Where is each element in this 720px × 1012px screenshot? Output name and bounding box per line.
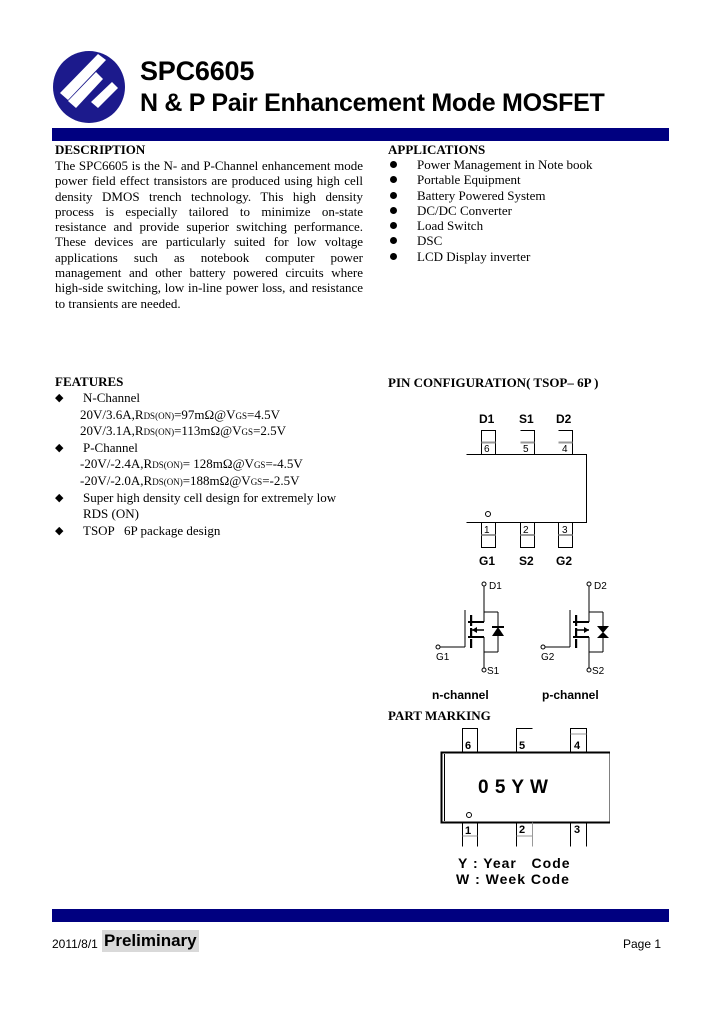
part-marking-diagram: 6 5 4 1 2 3 0 5 Y W xyxy=(440,728,610,847)
pin-number: 1 xyxy=(465,825,471,837)
bullet-icon xyxy=(390,161,397,168)
pin-number: 2 xyxy=(519,824,525,836)
feature-p-channel: ◆ P-Channel xyxy=(55,439,138,455)
pin-number: 1 xyxy=(484,525,490,536)
company-logo-icon xyxy=(53,51,125,123)
pin-label: S2 xyxy=(519,554,534,568)
pin-number: 6 xyxy=(465,740,471,752)
applications-heading: APPLICATIONS xyxy=(388,142,486,157)
part-marking-heading: PART MARKING xyxy=(388,708,491,723)
bullet-icon xyxy=(390,252,397,260)
diamond-bullet-icon: ◆ xyxy=(55,392,64,404)
pin-label: G2 xyxy=(556,554,572,568)
list-item: LCD Display inverter xyxy=(388,249,592,264)
footer-date: 2011/8/1 xyxy=(52,937,98,951)
gate-label: G1 xyxy=(436,652,450,663)
footer-divider-bar xyxy=(52,909,669,922)
package-body xyxy=(466,454,587,523)
part-number-title: SPC6605 xyxy=(140,56,255,86)
list-item: DC/DC Converter xyxy=(388,203,592,218)
n-channel-caption: n-channel xyxy=(432,688,489,702)
diamond-bullet-icon: ◆ xyxy=(55,441,64,454)
marking-legend-year: Y : Year Code xyxy=(458,855,571,871)
list-item: Load Switch xyxy=(388,218,592,233)
feature-spec-line: -20V/-2.0A,RDS(ON)=188mΩ@VGS=-2.5V xyxy=(80,472,300,488)
list-item: Battery Powered System xyxy=(388,188,592,203)
feature-density: ◆ Super high density cell design for extr… xyxy=(55,489,337,505)
bullet-icon xyxy=(390,191,397,199)
bullet-icon xyxy=(390,237,397,245)
pin-number: 4 xyxy=(574,740,581,752)
feature-spec-line: 20V/3.1A,RDS(ON)=113mΩ@VGS=2.5V xyxy=(80,423,287,439)
feature-package: ◆ TSOP 6P package design xyxy=(55,522,221,538)
pin-label: S1 xyxy=(519,412,534,426)
feature-spec-line: 20V/3.6A,RDS(ON)=97mΩ@VGS=4.5V xyxy=(80,406,281,422)
list-item: DSC xyxy=(388,233,592,248)
source-label: S2 xyxy=(592,666,605,677)
drain-label: D2 xyxy=(594,581,607,592)
diamond-bullet-icon: ◆ xyxy=(55,524,64,537)
source-label: S1 xyxy=(487,666,500,677)
pin1-marker-icon xyxy=(485,511,491,517)
diamond-bullet-icon: ◆ xyxy=(55,491,64,504)
bullet-icon xyxy=(390,222,397,230)
pin-number: 2 xyxy=(523,525,529,536)
description-heading: DESCRIPTION xyxy=(55,142,146,157)
list-item: Portable Equipment xyxy=(388,172,592,187)
pin-number: 3 xyxy=(574,824,580,836)
list-item: Power Management in Note book xyxy=(388,157,592,172)
pin-number: 5 xyxy=(523,444,529,455)
feature-density-cont: RDS (ON) xyxy=(83,506,139,522)
marking-code: 0 5 Y W xyxy=(478,777,548,798)
pin-config-heading: PIN CONFIGURATION( TSOP– 6P ) xyxy=(388,375,599,390)
pin-config-diagram: 6 5 4 1 2 3 D1 S1 D2 G1 S2 G2 xyxy=(466,412,587,568)
p-channel-caption: p-channel xyxy=(542,688,599,702)
page-number: Page 1 xyxy=(623,937,662,951)
features-heading: FEATURES xyxy=(55,374,124,389)
pin-label: D2 xyxy=(556,412,572,426)
pin-label: D1 xyxy=(479,412,495,426)
applications-list: Power Management in Note book Portable E… xyxy=(388,157,592,264)
document-subtitle: N & P Pair Enhancement Mode MOSFET xyxy=(140,89,605,117)
feature-n-channel: ◆ N-Channel xyxy=(55,390,141,405)
pin-number: 5 xyxy=(519,740,525,752)
gate-label: G2 xyxy=(541,652,555,663)
bullet-icon xyxy=(390,176,397,184)
drain-label: D1 xyxy=(489,581,502,592)
pin-number: 3 xyxy=(562,525,568,536)
description-text: The SPC6605 is the N- and P-Channel enha… xyxy=(55,158,363,311)
status-badge: Preliminary xyxy=(102,930,199,952)
header-divider-bar xyxy=(52,128,669,141)
pin-label: G1 xyxy=(479,554,495,568)
bullet-icon xyxy=(390,206,397,214)
feature-spec-line: -20V/-2.4A,RDS(ON)= 128mΩ@VGS=-4.5V xyxy=(80,456,303,472)
features-list: ◆ N-Channel 20V/3.6A,RDS(ON)=97mΩ@VGS=4.5… xyxy=(55,390,375,539)
p-channel-mosfet-symbol: D2 G2 S2 xyxy=(540,581,609,677)
n-channel-mosfet-symbol: D1 G1 S1 xyxy=(435,581,504,677)
pin-number: 6 xyxy=(484,444,490,455)
pin-number: 4 xyxy=(562,444,568,455)
marking-legend-week: W : Week Code xyxy=(456,871,570,887)
